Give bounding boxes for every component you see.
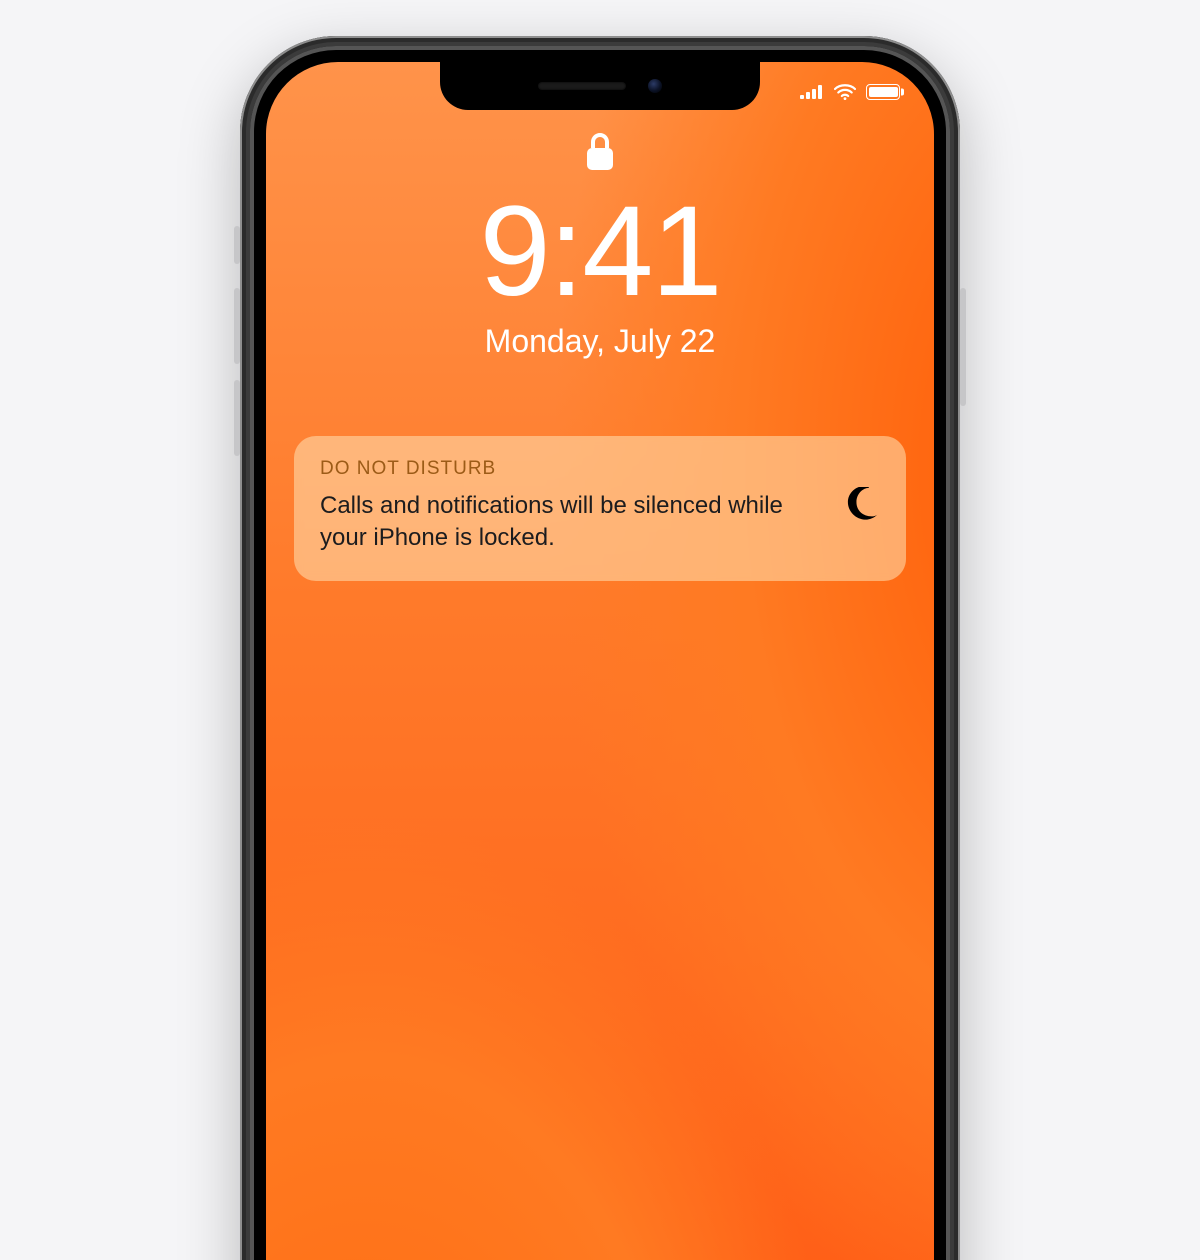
lock-time: 9:41 — [479, 185, 720, 319]
volume-down-button[interactable] — [234, 380, 240, 456]
earpiece-speaker — [538, 82, 626, 90]
volume-up-button[interactable] — [234, 288, 240, 364]
iphone-frame: 9:41 Monday, July 22 DO NOT DISTURB Call… — [240, 36, 960, 1260]
wifi-icon — [834, 84, 856, 100]
front-camera — [648, 79, 662, 93]
lock-date: Monday, July 22 — [485, 323, 716, 360]
lock-screen-content: 9:41 Monday, July 22 — [266, 130, 934, 360]
lock-icon — [585, 132, 615, 177]
notification-title: DO NOT DISTURB — [320, 458, 830, 480]
notch — [440, 62, 760, 110]
power-button[interactable] — [960, 288, 966, 406]
dnd-notification[interactable]: DO NOT DISTURB Calls and notifications w… — [294, 436, 906, 581]
mute-switch[interactable] — [234, 226, 240, 264]
cellular-signal-icon — [800, 85, 824, 99]
notification-text: DO NOT DISTURB Calls and notifications w… — [320, 458, 830, 555]
moon-icon — [846, 487, 880, 526]
lock-screen[interactable]: 9:41 Monday, July 22 DO NOT DISTURB Call… — [266, 62, 934, 1260]
notification-body: Calls and notifications will be silenced… — [320, 490, 830, 555]
battery-icon — [866, 84, 900, 100]
status-bar — [800, 84, 900, 100]
